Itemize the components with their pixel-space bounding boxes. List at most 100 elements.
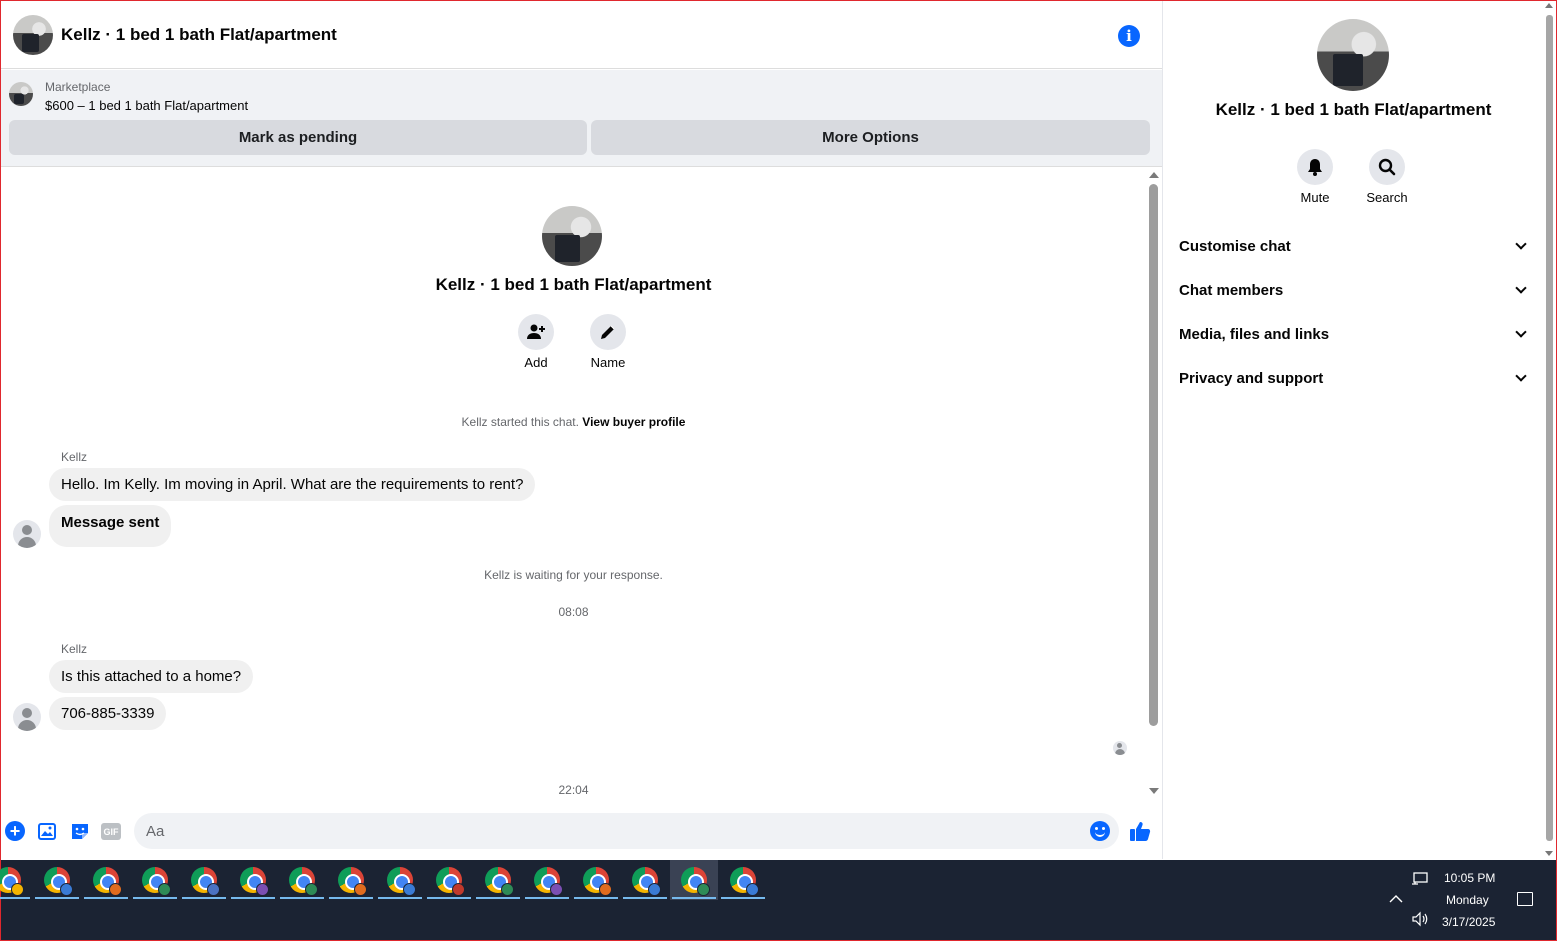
taskbar-chrome-window[interactable] xyxy=(180,860,228,900)
chevron-down-icon xyxy=(1515,326,1527,338)
section-privacy-support[interactable]: Privacy and support xyxy=(1179,366,1529,390)
sender-avatar[interactable] xyxy=(13,520,41,548)
notification-icon[interactable] xyxy=(1517,892,1533,906)
scroll-down-arrow[interactable] xyxy=(1545,851,1553,856)
panel-avatar[interactable] xyxy=(1317,19,1389,91)
message-bubble[interactable]: Is this attached to a home? xyxy=(49,660,254,693)
taskbar-chrome-window[interactable] xyxy=(229,860,277,900)
chat-avatar[interactable] xyxy=(13,14,53,55)
profile-badge-icon xyxy=(354,883,367,896)
section-customise-chat[interactable]: Customise chat xyxy=(1179,234,1529,258)
mute-button[interactable] xyxy=(1297,149,1333,185)
emoji-icon[interactable] xyxy=(1090,821,1110,841)
chat-info-panel: Kellz · 1 bed 1 bath Flat/apartment Mute… xyxy=(1162,1,1543,859)
thread-title: Kellz · 1 bed 1 bath Flat/apartment xyxy=(435,275,712,294)
add-person-icon xyxy=(527,324,545,339)
chevron-down-icon xyxy=(1515,370,1527,382)
network-icon[interactable] xyxy=(1411,871,1429,887)
profile-badge-icon xyxy=(746,883,759,896)
scroll-up-arrow[interactable] xyxy=(1545,3,1553,8)
taskbar-chrome-window[interactable] xyxy=(82,860,130,900)
view-buyer-profile-link[interactable]: View buyer profile xyxy=(582,415,685,429)
add-person-button[interactable] xyxy=(518,314,554,350)
chrome-icon xyxy=(485,867,514,896)
marketplace-banner: Marketplace $600 – 1 bed 1 bath Flat/apa… xyxy=(1,70,1162,167)
clock-time[interactable]: 10:05 PM xyxy=(1444,871,1495,885)
profile-badge-icon xyxy=(648,883,661,896)
chrome-icon xyxy=(436,867,465,896)
chrome-icon xyxy=(0,867,24,896)
plus-icon[interactable]: + xyxy=(5,821,25,841)
scroll-thumb[interactable] xyxy=(1546,15,1553,841)
profile-badge-icon xyxy=(305,883,318,896)
volume-icon[interactable] xyxy=(1411,911,1429,927)
profile-badge-icon xyxy=(11,883,24,896)
chat-header: Kellz · 1 bed 1 bath Flat/apartment i xyxy=(1,1,1162,69)
taskbar-chrome-window[interactable] xyxy=(0,860,32,900)
section-chat-members[interactable]: Chat members xyxy=(1179,278,1529,302)
message-bubble[interactable]: 706-885-3339 xyxy=(49,697,167,730)
taskbar-chrome-window[interactable] xyxy=(33,860,81,900)
chevron-up-icon[interactable] xyxy=(1389,894,1403,904)
sticker-icon[interactable] xyxy=(70,821,90,841)
mute-label: Mute xyxy=(1300,190,1330,205)
taskbar-chrome-window[interactable] xyxy=(621,860,669,900)
taskbar-chrome-window[interactable] xyxy=(474,860,522,900)
sender-name: Kellz xyxy=(61,450,88,464)
profile-badge-icon xyxy=(501,883,514,896)
chrome-icon xyxy=(240,867,269,896)
edit-name-button[interactable] xyxy=(590,314,626,350)
chat-window: Kellz · 1 bed 1 bath Flat/apartment i Ma… xyxy=(1,1,1162,859)
chrome-icon xyxy=(534,867,563,896)
pencil-icon xyxy=(601,325,615,339)
search-button[interactable] xyxy=(1369,149,1405,185)
chrome-icon xyxy=(44,867,73,896)
more-options-button[interactable]: More Options xyxy=(591,120,1150,155)
chrome-icon xyxy=(93,867,122,896)
chat-started-notice: Kellz started this chat. View buyer prof… xyxy=(1,415,1146,429)
add-label: Add xyxy=(524,355,548,370)
like-icon[interactable] xyxy=(1129,820,1151,842)
panel-title: Kellz · 1 bed 1 bath Flat/apartment xyxy=(1215,100,1492,119)
chat-title[interactable]: Kellz · 1 bed 1 bath Flat/apartment xyxy=(61,25,337,45)
page-scrollbar[interactable] xyxy=(1543,1,1556,859)
search-label: Search xyxy=(1366,190,1408,205)
clock-date[interactable]: 3/17/2025 xyxy=(1442,915,1495,929)
profile-badge-icon xyxy=(452,883,465,896)
profile-badge-icon xyxy=(207,883,220,896)
chrome-icon xyxy=(730,867,759,896)
taskbar-chrome-window[interactable] xyxy=(131,860,179,900)
message-bubble[interactable]: Message sent xyxy=(49,505,172,547)
section-media-files-links[interactable]: Media, files and links xyxy=(1179,322,1529,346)
message-input[interactable] xyxy=(134,813,1119,849)
photo-icon[interactable] xyxy=(38,823,56,840)
taskbar-chrome-window[interactable] xyxy=(278,860,326,900)
sender-avatar[interactable] xyxy=(13,703,41,731)
message-bubble[interactable]: Hello. Im Kelly. Im moving in April. Wha… xyxy=(49,468,536,501)
chrome-icon xyxy=(632,867,661,896)
taskbar-chrome-window[interactable] xyxy=(523,860,571,900)
clock-day[interactable]: Monday xyxy=(1446,893,1489,907)
profile-badge-icon xyxy=(256,883,269,896)
taskbar-chrome-window[interactable] xyxy=(670,860,718,900)
taskbar-chrome-window[interactable] xyxy=(719,860,767,900)
photo-glyph xyxy=(41,826,53,836)
timestamp: 22:04 xyxy=(558,783,589,797)
profile-badge-icon xyxy=(158,883,171,896)
waiting-notice: Kellz is waiting for your response. xyxy=(484,568,663,582)
scroll-thumb[interactable] xyxy=(1149,184,1158,726)
chevron-down-icon xyxy=(1515,238,1527,250)
info-icon[interactable]: i xyxy=(1118,25,1140,47)
taskbar-chrome-window[interactable] xyxy=(572,860,620,900)
gif-icon[interactable]: GIF xyxy=(101,823,121,840)
profile-badge-icon xyxy=(109,883,122,896)
taskbar-chrome-window[interactable] xyxy=(376,860,424,900)
taskbar-chrome-window[interactable] xyxy=(425,860,473,900)
mark-pending-button[interactable]: Mark as pending xyxy=(9,120,587,155)
scroll-up-arrow[interactable] xyxy=(1149,172,1159,178)
listing-thumbnail[interactable] xyxy=(9,82,33,106)
listing-title[interactable]: $600 – 1 bed 1 bath Flat/apartment xyxy=(45,98,248,113)
thread-scrollbar[interactable] xyxy=(1146,168,1162,799)
taskbar-chrome-window[interactable] xyxy=(327,860,375,900)
scroll-down-arrow[interactable] xyxy=(1149,788,1159,794)
